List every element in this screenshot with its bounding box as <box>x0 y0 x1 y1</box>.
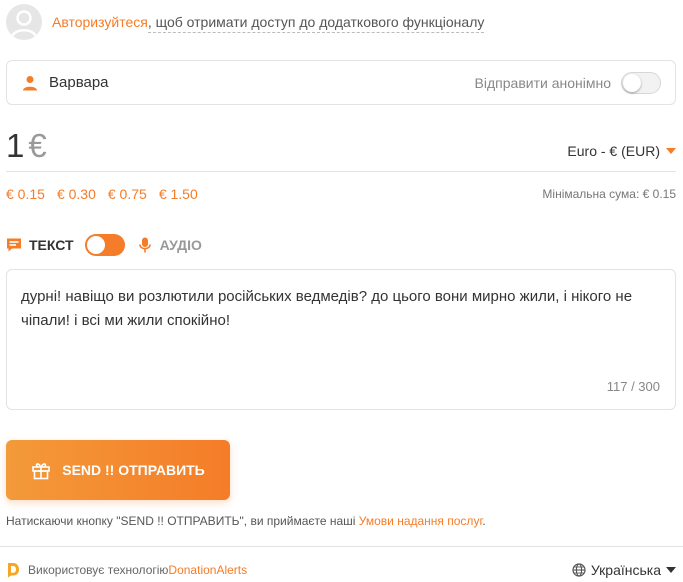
microphone-icon <box>137 237 153 253</box>
login-prompt: Авторизуйтеся, щоб отримати доступ до до… <box>52 14 485 33</box>
message-textarea[interactable]: дурні! навіщо ви розлютили російських ве… <box>6 269 676 410</box>
footer: Використовує технологію DonationAlerts У… <box>0 546 683 582</box>
mode-toggle[interactable] <box>84 234 125 256</box>
globe-icon <box>572 563 586 577</box>
anonymous-label: Відправити анонімно <box>474 74 611 91</box>
terms-prefix: Натискаючи кнопку "SEND !! ОТПРАВИТЬ", в… <box>6 514 359 528</box>
preset-amount-button[interactable]: € 0.75 <box>108 186 147 202</box>
login-link[interactable]: Авторизуйтеся <box>52 14 148 30</box>
send-button-label: SEND !! ОТПРАВИТЬ <box>62 462 205 478</box>
name-value[interactable]: Варвара <box>49 74 109 91</box>
powered-by-text: Використовує технологію <box>28 563 169 577</box>
login-prompt-text: , щоб отримати доступ до додаткового фун… <box>147 14 485 33</box>
terms-suffix: . <box>482 514 486 528</box>
currency-dropdown[interactable]: Euro - € (EUR) <box>567 143 676 159</box>
currency-dropdown-value: Euro - € (EUR) <box>567 143 660 159</box>
anonymous-toggle[interactable] <box>621 71 661 94</box>
language-dropdown[interactable]: Українська <box>572 562 676 578</box>
message-text[interactable]: дурні! навіщо ви розлютили російських ве… <box>21 285 661 333</box>
message-mode-switch: ТЕКСТ АУДІО <box>6 233 202 257</box>
text-mode-label[interactable]: ТЕКСТ <box>29 237 74 253</box>
preset-amount-button[interactable]: € 0.30 <box>57 186 96 202</box>
character-counter: 117 / 300 <box>606 379 660 394</box>
name-field[interactable]: Варвара Відправити анонімно <box>6 60 676 105</box>
anonymous-toggle-knob <box>623 73 641 92</box>
powered-by: Використовує технологію DonationAlerts <box>6 562 247 578</box>
gift-icon <box>31 460 51 480</box>
user-icon <box>21 74 39 92</box>
amount-currency-symbol: € <box>28 127 47 164</box>
amount-row: 1 € Euro - € (EUR) <box>6 126 676 172</box>
mode-toggle-knob <box>86 236 105 254</box>
login-bar: Авторизуйтеся, щоб отримати доступ до до… <box>6 4 676 40</box>
chevron-down-icon <box>666 148 676 154</box>
amount-presets: € 0.15 € 0.30 € 0.75 € 1.50 Мінімальна с… <box>6 184 676 204</box>
user-avatar-icon <box>6 4 42 40</box>
preset-amount-button[interactable]: € 1.50 <box>159 186 198 202</box>
donationalerts-logo <box>6 562 20 578</box>
preset-amount-button[interactable]: € 0.15 <box>6 186 45 202</box>
audio-mode-label[interactable]: АУДІО <box>160 237 202 253</box>
language-value: Українська <box>590 562 661 578</box>
amount-input[interactable]: 1 <box>6 129 24 162</box>
send-button[interactable]: SEND !! ОТПРАВИТЬ <box>6 440 230 500</box>
terms-notice: Натискаючи кнопку "SEND !! ОТПРАВИТЬ", в… <box>6 514 486 528</box>
chevron-down-icon <box>666 567 676 573</box>
anonymous-option: Відправити анонімно <box>474 71 661 94</box>
donationalerts-link[interactable]: DonationAlerts <box>168 563 247 577</box>
terms-link[interactable]: Умови надання послуг <box>359 514 483 528</box>
minimum-amount: Мінімальна сума: € 0.15 <box>542 187 676 201</box>
chat-icon <box>6 237 22 253</box>
